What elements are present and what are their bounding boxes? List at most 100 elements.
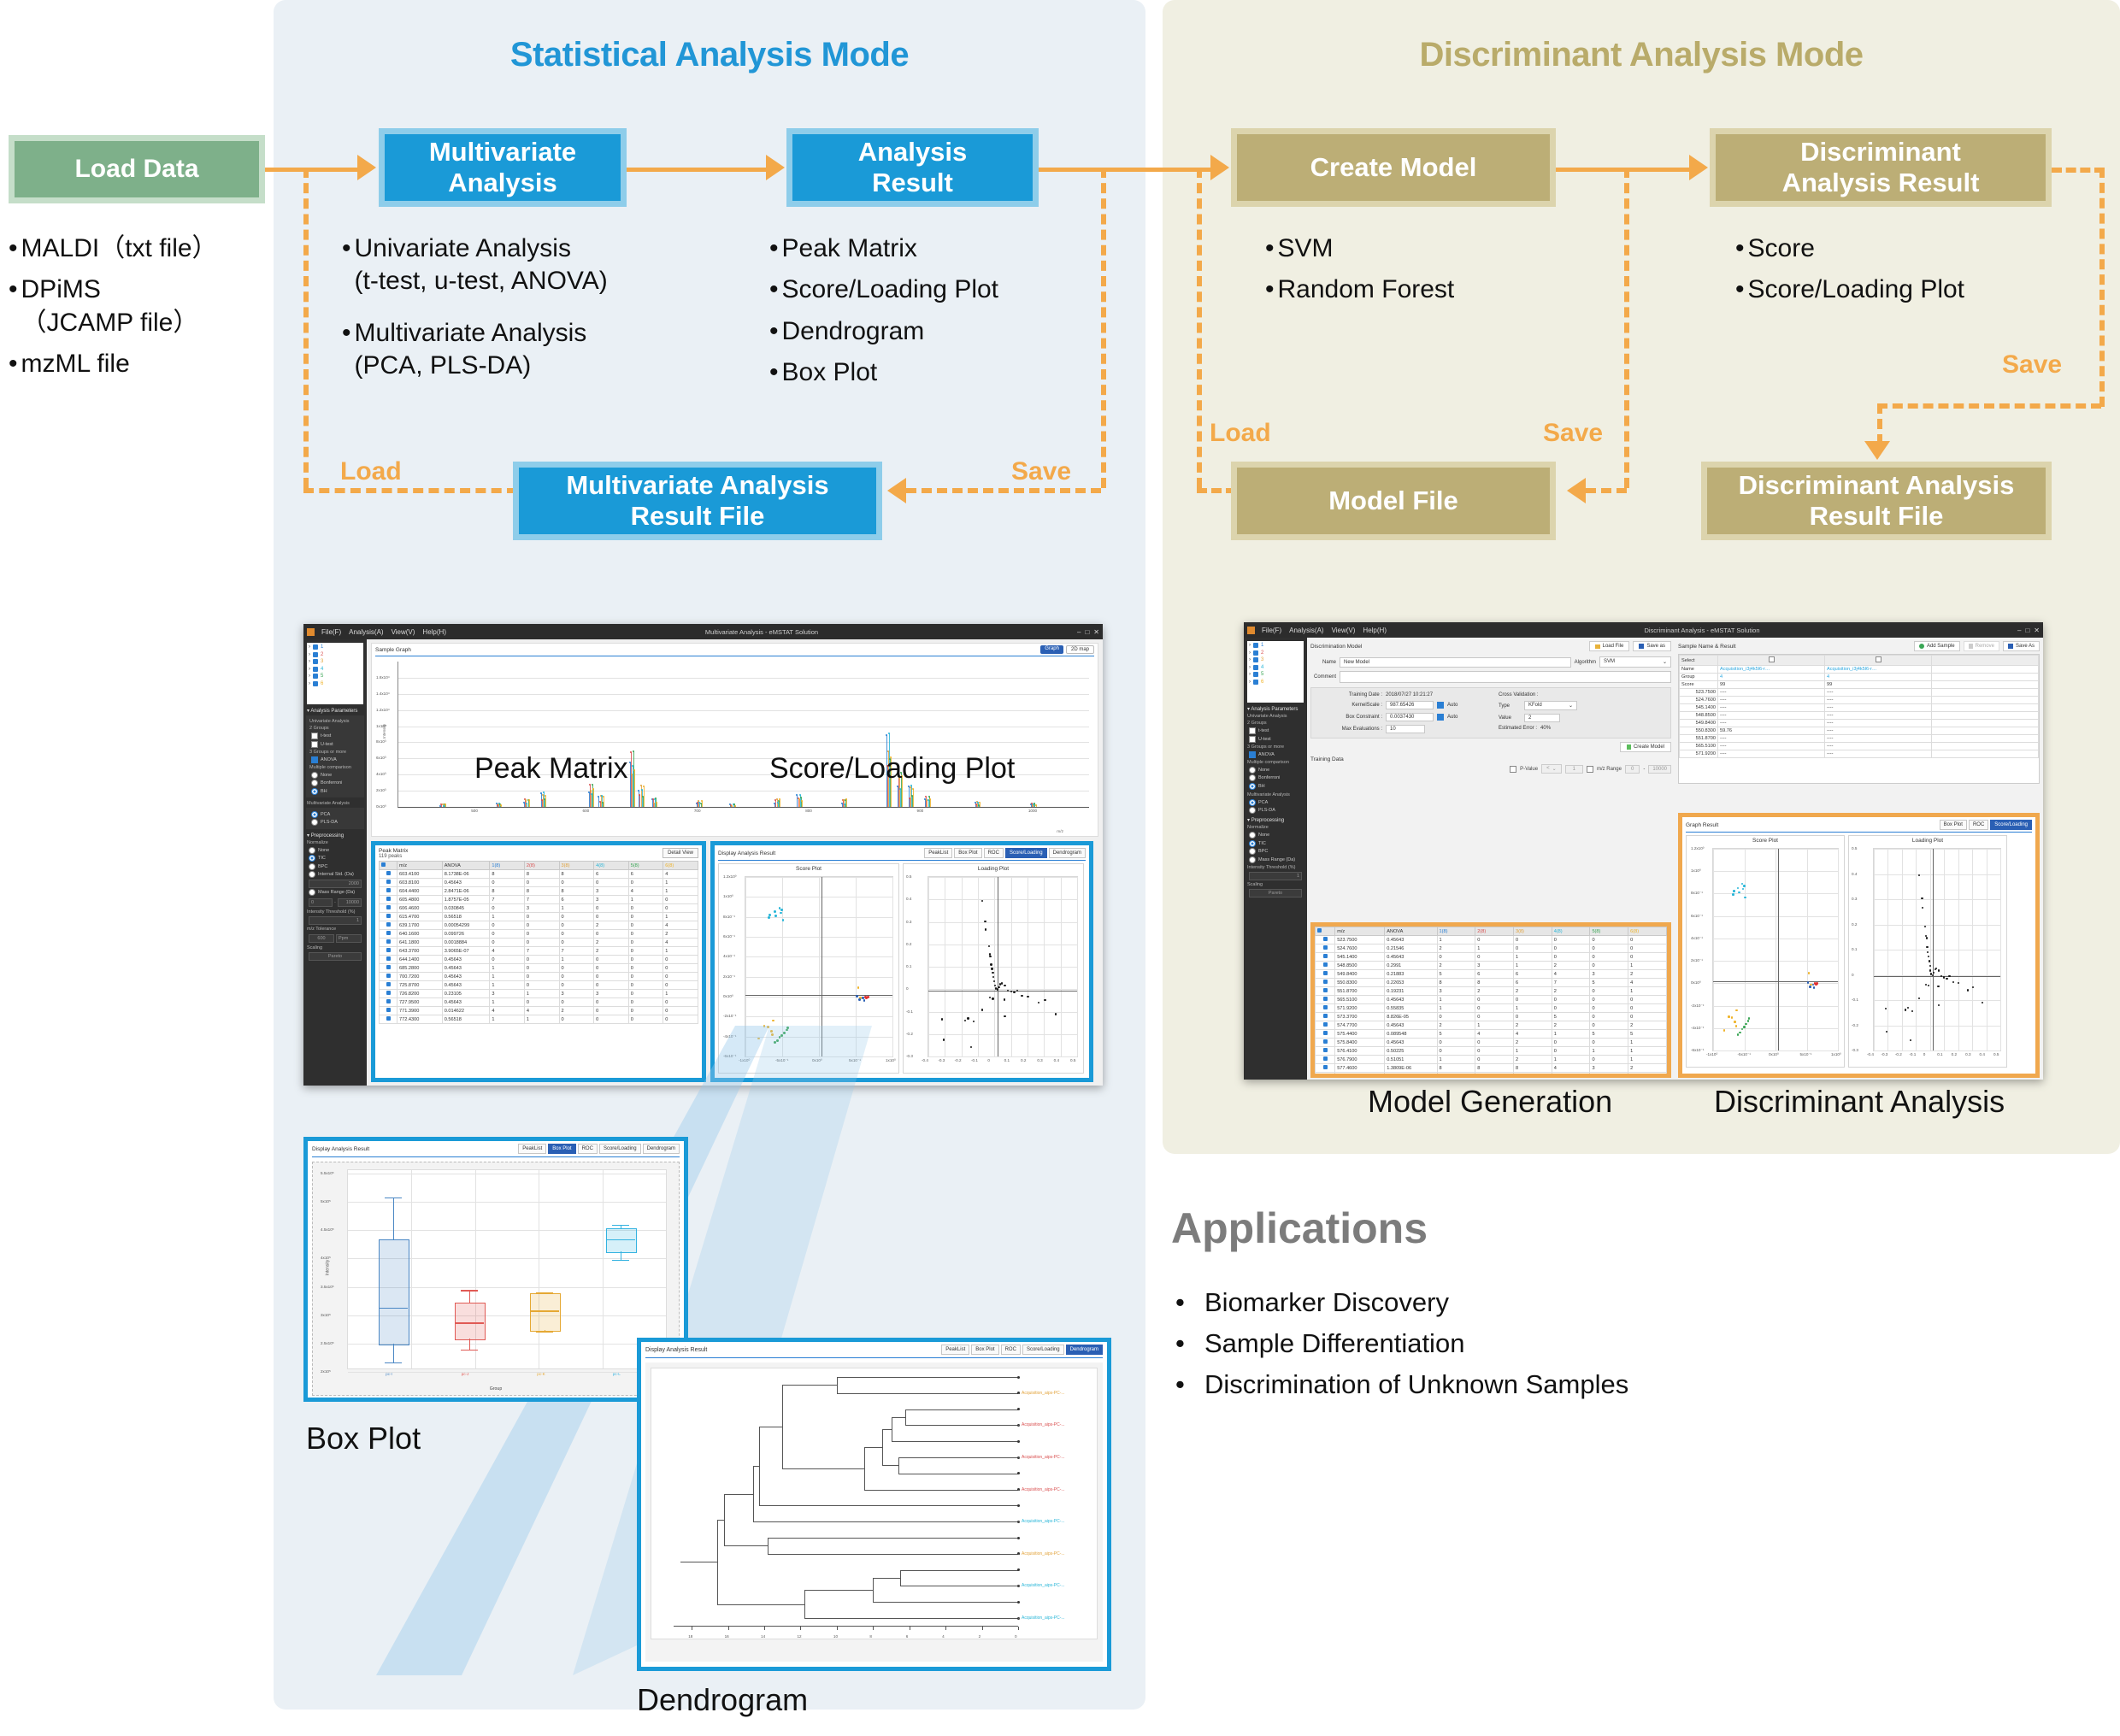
table-row[interactable]: 550.8300 0.22653 8 8 6 7 5 4	[1315, 978, 1667, 987]
table-row[interactable]: Select	[1679, 655, 2039, 666]
checkbox-icon[interactable]	[1253, 643, 1258, 648]
minimize-icon[interactable]: –	[1077, 628, 1081, 636]
table-row[interactable]: 640.1600 0.099726 0 0 0 0 0 2	[379, 929, 698, 939]
table-row[interactable]: 551.8700 0.19231 3 2 2 2 0 1	[1315, 986, 1667, 996]
sample-result-table[interactable]: Select Name Acquisition_i3j4k5l6-r… Acquisi…	[1679, 655, 2039, 758]
row-select-checkbox[interactable]	[1315, 978, 1336, 987]
create-model-button[interactable]: Create Model	[1619, 742, 1671, 752]
checkbox-icon[interactable]	[386, 939, 391, 944]
expand-icon[interactable]: ›	[1249, 657, 1251, 662]
scaling-select[interactable]: Pareto	[1249, 888, 1302, 897]
radio-norm-none[interactable]: None	[1249, 832, 1302, 839]
checkbox-icon[interactable]	[1437, 714, 1444, 721]
radio-pca[interactable]: PCA	[1249, 798, 1302, 806]
radio-pca[interactable]: PCA	[311, 810, 359, 818]
box-analysis-result[interactable]: Analysis Result	[786, 128, 1039, 207]
table-row[interactable]: 772.4300 0.56518 1 1 0 0 0 0	[379, 1015, 698, 1024]
disc-sidebar[interactable]: › 1 › 2 › 3 › 4 › 5 › 6 ▾ Analysis Parameters …	[1244, 638, 1307, 1080]
checkbox-icon[interactable]	[1322, 997, 1328, 1001]
table-row[interactable]: 603.4100 8.1738E-06 8 8 8 6 6 4	[379, 869, 698, 879]
checkbox-icon[interactable]	[1322, 1022, 1328, 1027]
table-row[interactable]: 576.4100 0.50225 0 0 1 0 1 1	[1315, 1046, 1667, 1056]
remove-button[interactable]: Remove	[1963, 641, 1999, 651]
menu-view[interactable]: View(V)	[392, 628, 415, 636]
table-row[interactable]: 727.9500 0.45643 1 0 0 0 0 0	[379, 997, 698, 1007]
table-row[interactable]: 606.4600 0.030845 0 3 1 0 0 0	[379, 903, 698, 913]
tree-item[interactable]: › 6	[309, 680, 362, 686]
row-select-checkbox[interactable]	[379, 955, 398, 964]
checkbox-icon[interactable]	[1253, 657, 1258, 662]
table-row[interactable]: Score 99 99	[1679, 680, 2039, 689]
row-select-checkbox[interactable]	[379, 921, 398, 930]
row-select-checkbox[interactable]	[1315, 1072, 1336, 1074]
save-as-button[interactable]: Save as	[1633, 641, 1671, 651]
minimize-icon[interactable]: –	[2017, 627, 2021, 634]
sample-select-checkbox[interactable]	[1717, 655, 1825, 666]
checkbox-icon[interactable]	[386, 931, 391, 935]
column-header-select[interactable]	[379, 861, 398, 870]
table-row[interactable]: 576.7900 0.51051 1 0 2 1 0 1	[1315, 1055, 1667, 1064]
radio-mass-range[interactable]: Mass Range (Da)	[309, 889, 362, 896]
radio-bonferroni[interactable]: Bonferroni	[311, 780, 359, 786]
checkbox-icon[interactable]	[386, 914, 391, 918]
table-row[interactable]: 574.7700 0.45643 2 1 2 2 0 2	[1315, 1021, 1667, 1030]
tree-item[interactable]: › 3	[309, 659, 362, 664]
expand-icon[interactable]: ›	[1249, 680, 1251, 685]
mva-sidebar[interactable]: › 1 › 2 › 3 › 4 › 5 › 6 ▾ Analysis Parameters …	[303, 639, 367, 1086]
table-row[interactable]: 549.8400 ---- ----	[1679, 719, 2039, 727]
radio-pls-da[interactable]: PLS-DA	[1249, 807, 1302, 814]
row-select-checkbox[interactable]	[379, 963, 398, 973]
cv-value-input[interactable]: 2	[1524, 714, 1560, 722]
row-select-checkbox[interactable]	[379, 886, 398, 896]
tree-item[interactable]: › 4	[309, 666, 362, 672]
checkbox-icon[interactable]	[386, 1008, 391, 1012]
radio-pls-da[interactable]: PLS-DA	[311, 819, 359, 826]
row-select-checkbox[interactable]	[1315, 969, 1336, 979]
checkbox-icon[interactable]	[1768, 656, 1775, 662]
row-select-checkbox[interactable]	[379, 869, 398, 879]
tree-item[interactable]: › 5	[1249, 672, 1302, 677]
checkbox-icon[interactable]	[386, 999, 391, 1003]
table-row[interactable]: 573.3700 8.826E-05 0 0 0 5 0 0	[1315, 1012, 1667, 1021]
training-data-table[interactable]: m/z ANOVA 1(8) 2(8) 3(8) 4(8) 5(8) 6(8) 523.7500…	[1315, 927, 1667, 1074]
expand-icon[interactable]: ›	[1249, 650, 1251, 656]
tab-roc[interactable]: ROC	[983, 848, 1004, 858]
section-analysis-parameters[interactable]: ▾ Analysis Parameters	[307, 708, 363, 714]
checkbox-icon[interactable]	[313, 644, 318, 650]
scaling-select[interactable]: Pareto	[309, 951, 362, 961]
p-value-operator-select[interactable]: < ⌄	[1541, 764, 1562, 774]
mz-range-min-input[interactable]: 0	[1624, 764, 1640, 774]
checkbox-icon[interactable]	[1322, 1056, 1328, 1061]
checkbox-icon[interactable]	[1322, 980, 1328, 984]
checkbox-icon[interactable]	[313, 674, 318, 679]
training-data-table-wrap[interactable]: m/z ANOVA 1(8) 2(8) 3(8) 4(8) 5(8) 6(8) 523.7500…	[1310, 922, 1671, 1078]
tab-score-loading[interactable]: Score/Loading	[1022, 1345, 1064, 1355]
max-evaluations-input[interactable]: 10	[1386, 725, 1425, 733]
table-row[interactable]: 639.1700 0.00054299 0 0 0 2 0 4	[379, 921, 698, 930]
mass-range-min-input[interactable]: 0	[309, 897, 333, 907]
sample-tree[interactable]: › 1 › 2 › 3 › 4 › 5 › 6	[1247, 641, 1304, 703]
dendrogram-window[interactable]: Display Analysis Result PeakList Box Plot…	[637, 1338, 1111, 1671]
table-row[interactable]: 771.3900 0.014622 4 4 2 0 0 0	[379, 1006, 698, 1015]
checkbox-icon[interactable]	[1253, 672, 1258, 677]
graph-result-tabbar[interactable]: Box Plot ROC Score/Loading	[1939, 820, 2032, 830]
row-select-checkbox[interactable]	[379, 989, 398, 998]
checkbox-u-test[interactable]: U-test	[1249, 735, 1302, 743]
tree-item[interactable]: › 1	[1249, 643, 1302, 648]
checkbox-icon[interactable]	[313, 651, 318, 657]
checkbox-icon[interactable]	[1253, 664, 1258, 670]
checkbox-icon[interactable]	[1322, 1048, 1328, 1052]
tree-item[interactable]: › 4	[1249, 664, 1302, 670]
tab-box-plot[interactable]: Box Plot	[548, 1144, 576, 1154]
expand-icon[interactable]: ›	[309, 681, 310, 686]
checkbox-icon[interactable]	[386, 956, 391, 961]
checkbox-icon[interactable]	[1322, 988, 1328, 992]
menu-file[interactable]: File(F)	[1262, 627, 1281, 634]
checkbox-icon[interactable]	[1322, 954, 1328, 958]
table-row[interactable]: 549.8400 0.21883 5 6 6 4 3 2	[1315, 969, 1667, 979]
table-row[interactable]: 644.1400 0.45643 0 0 1 0 0 0	[379, 955, 698, 964]
mz-tolerance-input[interactable]: 600	[309, 933, 334, 943]
maximize-icon[interactable]: □	[2025, 627, 2029, 634]
kernel-scale-input[interactable]: 987.65426	[1386, 701, 1434, 709]
sample-tree[interactable]: › 1 › 2 › 3 › 4 › 5 › 6	[307, 643, 363, 704]
